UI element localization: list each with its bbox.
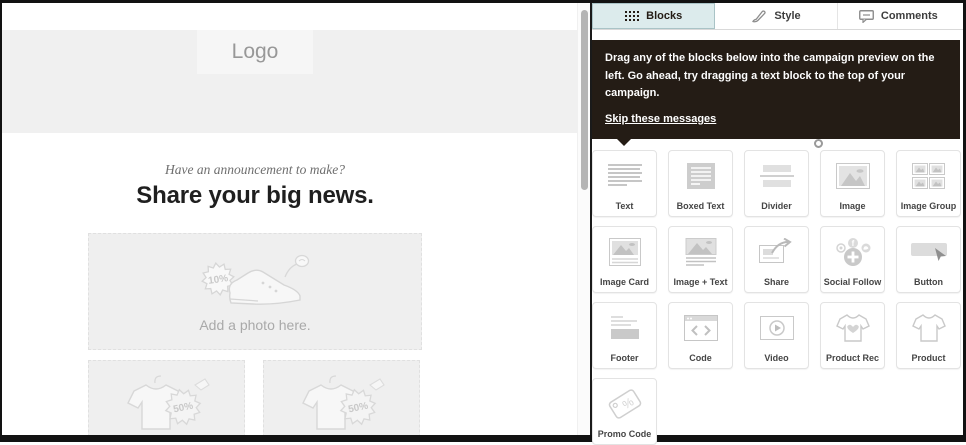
block-tile-image-card[interactable]: Image Card	[592, 226, 657, 294]
block-label: Footer	[610, 353, 639, 364]
block-tile-social-follow[interactable]: f Social Follow	[820, 226, 885, 294]
block-tile-share[interactable]: Share	[744, 226, 809, 294]
logo-placeholder[interactable]: Logo	[197, 30, 313, 74]
tab-label: Blocks	[646, 10, 683, 22]
photo-placeholder-large[interactable]: 10% Add a photo here.	[88, 233, 422, 350]
campaign-preview-pane: Logo Have an announcement to make? Share…	[2, 3, 577, 435]
block-label: Video	[764, 353, 789, 364]
sneaker-illustration: 10%	[201, 254, 310, 305]
product-icon	[911, 314, 946, 343]
block-label: Boxed Text	[676, 201, 725, 212]
block-tile-video[interactable]: Video	[744, 302, 809, 370]
block-tile-code[interactable]: Code	[668, 302, 733, 370]
block-label: Image + Text	[673, 277, 728, 288]
svg-text:f: f	[851, 239, 854, 248]
social-follow-icon: f	[835, 238, 870, 267]
announcement-tagline[interactable]: Have an announcement to make?	[88, 162, 422, 178]
video-icon	[759, 316, 794, 341]
sidebar-tabs: Blocks Style Comments	[592, 3, 963, 30]
campaign-editor: Logo Have an announcement to make? Share…	[2, 3, 963, 445]
block-tile-product-rec[interactable]: Product Rec	[820, 302, 885, 370]
block-label: Image	[839, 201, 866, 212]
block-tile-image-text[interactable]: Image + Text	[668, 226, 733, 294]
block-tile-button[interactable]: Button	[896, 226, 961, 294]
block-label: Image Group	[900, 201, 957, 212]
block-label: Button	[914, 277, 943, 288]
block-label: Divider	[761, 201, 792, 212]
tshirt-sale-illustration: 50%	[126, 375, 210, 430]
image-text-icon	[685, 238, 716, 267]
block-label: Text	[615, 201, 634, 212]
text-block-icon	[607, 164, 642, 187]
mouse-cursor-dot	[814, 139, 823, 148]
block-tile-image-group[interactable]: Image Group	[896, 150, 961, 218]
block-tile-text[interactable]: Text	[592, 150, 657, 218]
tshirt-sale-illustration: 50%	[301, 375, 385, 430]
block-label: Product Rec	[825, 353, 879, 364]
email-headline[interactable]: Share your big news.	[88, 182, 422, 210]
block-tile-product[interactable]: Product	[896, 302, 961, 370]
tab-label: Comments	[880, 10, 938, 22]
block-label: Social Follow	[823, 277, 882, 288]
onboarding-tooltip: Drag any of the blocks below into the ca…	[592, 40, 960, 147]
share-icon	[758, 238, 792, 264]
boxed-text-icon	[686, 163, 715, 190]
block-tile-boxed-text[interactable]: Boxed Text	[668, 150, 733, 218]
photo-placeholder-small-right[interactable]: 50% Add a photo here.	[263, 360, 420, 435]
block-label: Product	[911, 353, 946, 364]
image-group-icon	[912, 163, 945, 190]
image-card-icon	[608, 238, 641, 267]
button-icon	[910, 243, 947, 262]
logo-text: Logo	[231, 40, 279, 63]
photo-placeholder-caption: Add a photo here.	[199, 316, 311, 333]
tab-comments[interactable]: Comments	[837, 3, 959, 29]
block-tile-footer[interactable]: Footer	[592, 302, 657, 370]
block-tile-divider[interactable]: Divider	[744, 150, 809, 218]
tab-style[interactable]: Style	[715, 3, 838, 29]
blocks-grid: Text Boxed Text Divider Image Image Grou…	[592, 150, 963, 445]
divider-icon	[759, 165, 794, 188]
blocks-grid-icon	[625, 10, 640, 21]
skip-messages-link[interactable]: Skip these messages	[605, 111, 716, 129]
scrollbar-thumb[interactable]	[581, 10, 588, 190]
editor-sidebar: Blocks Style Comments Drag any of the bl…	[592, 3, 963, 445]
email-header-band: Logo	[2, 30, 577, 133]
promo-code-icon: %	[608, 389, 641, 420]
tab-label: Style	[774, 10, 801, 22]
product-rec-icon	[835, 314, 870, 343]
block-tile-promo-code[interactable]: % Promo Code	[592, 378, 657, 445]
block-label: Promo Code	[597, 429, 652, 440]
tooltip-arrow	[617, 139, 631, 147]
tab-blocks[interactable]: Blocks	[592, 3, 716, 29]
image-icon	[835, 163, 870, 190]
block-label: Share	[763, 277, 789, 288]
block-label: Image Card	[599, 277, 650, 288]
tooltip-text: Drag any of the blocks below into the ca…	[605, 52, 935, 100]
photo-placeholder-small-left[interactable]: 50% Add a photo here.	[88, 360, 245, 435]
footer-icon	[610, 316, 639, 340]
code-icon	[683, 315, 718, 342]
preview-scrollbar[interactable]	[577, 3, 590, 435]
comment-icon	[858, 9, 874, 23]
block-label: Code	[689, 353, 712, 364]
block-tile-image[interactable]: Image	[820, 150, 885, 218]
paintbrush-icon	[752, 9, 767, 22]
